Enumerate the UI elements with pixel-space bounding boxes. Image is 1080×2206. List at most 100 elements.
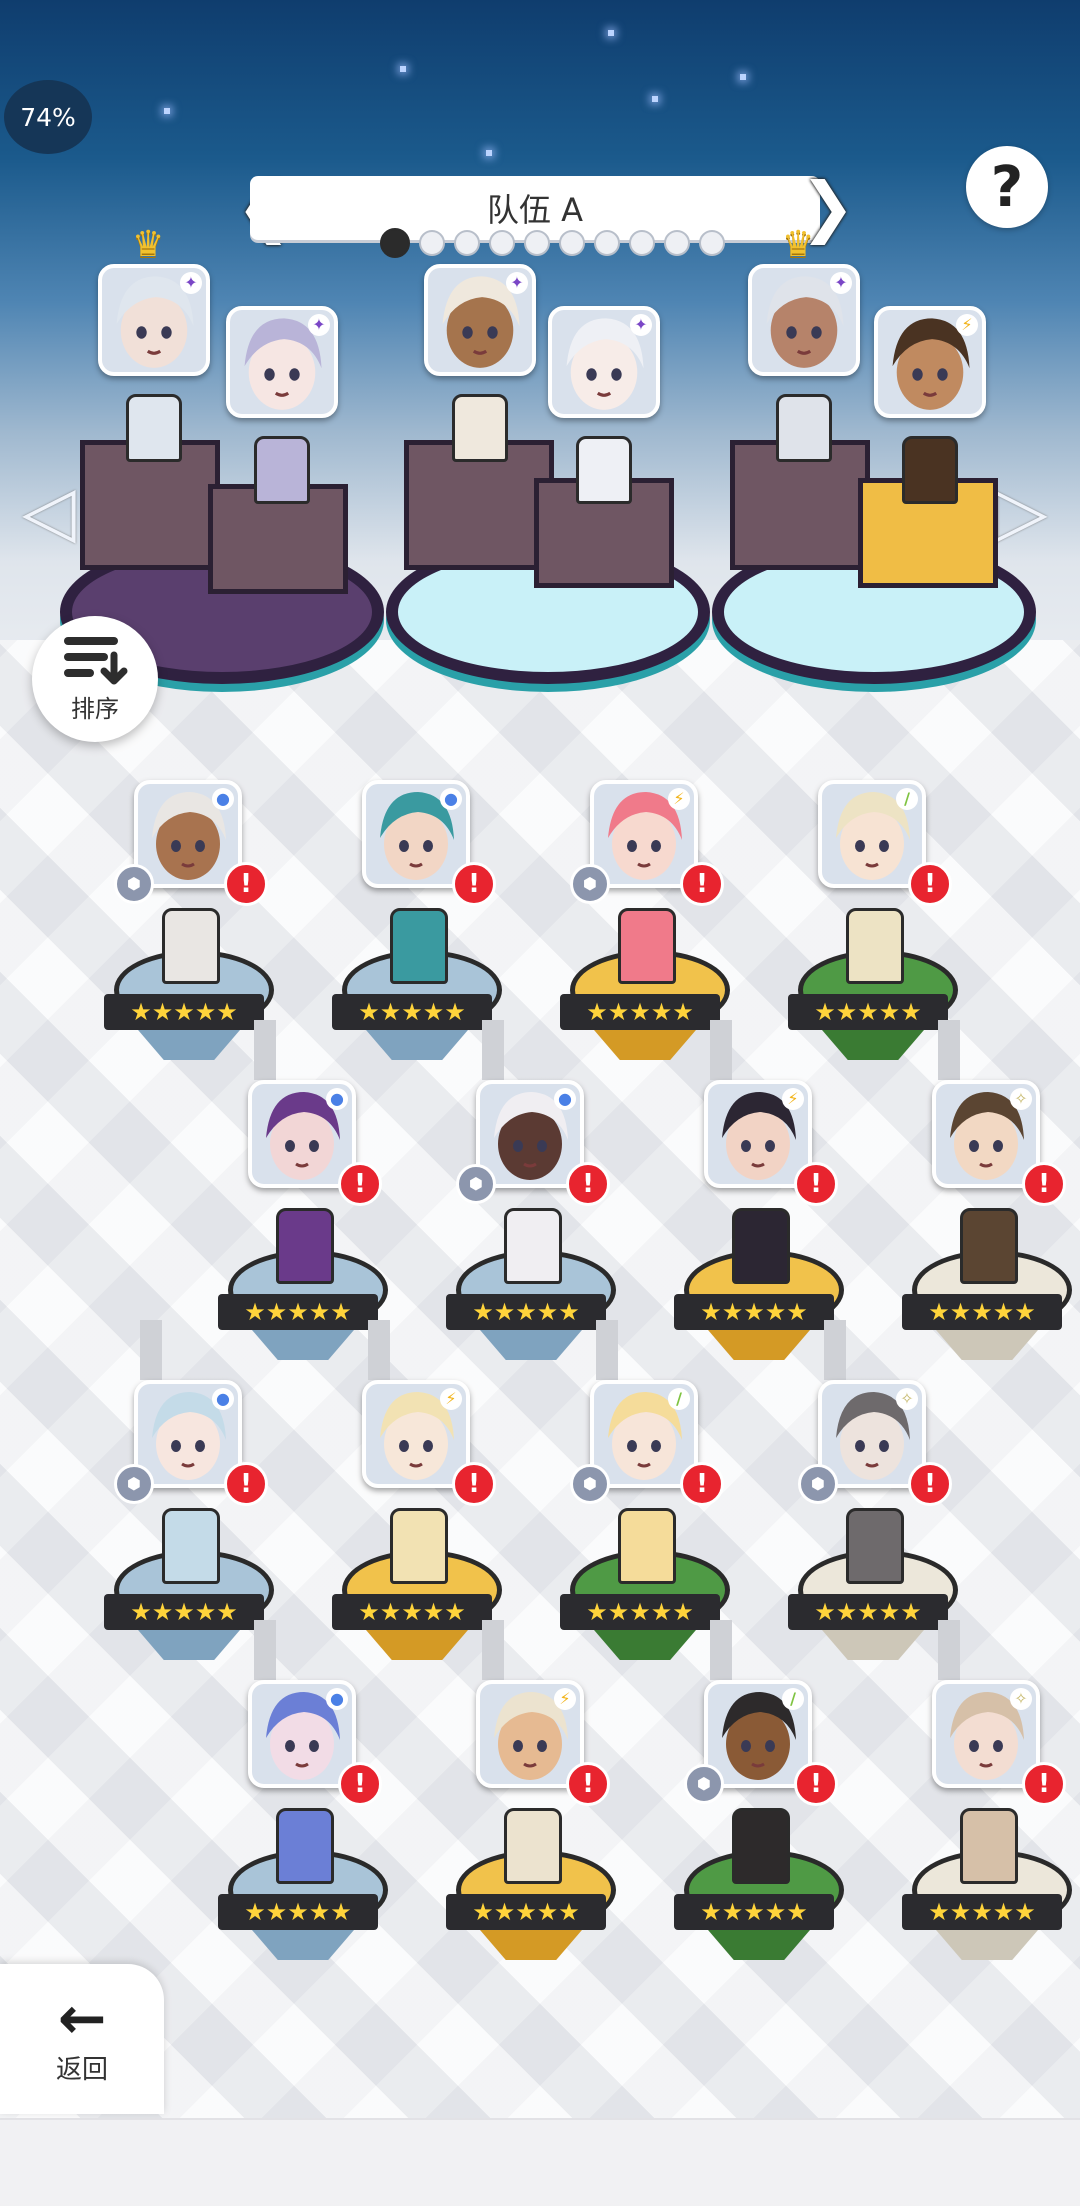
element-light-icon: ✧ bbox=[896, 1388, 918, 1410]
hero-sprite bbox=[276, 1208, 334, 1284]
team-member-sprite bbox=[902, 436, 958, 504]
back-label: 返回 bbox=[55, 2054, 108, 2085]
upgrade-gem-icon: ⬢ bbox=[570, 864, 610, 904]
element-thunder-icon: ⚡ bbox=[782, 1088, 804, 1110]
alert-badge-icon: ! bbox=[908, 1462, 952, 1506]
leader-crown-icon: ♛ bbox=[132, 224, 165, 265]
hero-sprite bbox=[390, 908, 448, 984]
left-arrow-icon[interactable]: ◁ bbox=[22, 470, 76, 552]
page-dot[interactable] bbox=[559, 230, 585, 256]
alert-badge-icon: ! bbox=[1022, 1762, 1066, 1806]
element-light-icon: ✧ bbox=[1010, 1688, 1032, 1710]
element-water-icon: ● bbox=[326, 1088, 348, 1110]
hero-portrait[interactable]: ● bbox=[248, 1080, 356, 1188]
sort-label: 排序 bbox=[71, 694, 119, 723]
pedestal-stem bbox=[710, 1620, 732, 1680]
team-member-portrait[interactable]: ✦ bbox=[748, 264, 860, 376]
hero-card[interactable]: ● ⬢! ★★★★★ bbox=[104, 1380, 274, 1680]
upgrade-gem-icon: ⬢ bbox=[114, 1464, 154, 1504]
hero-portrait[interactable]: ✧ bbox=[932, 1680, 1040, 1788]
help-icon: ? bbox=[990, 154, 1024, 220]
hero-card[interactable]: ✧! ★★★★★ bbox=[902, 1680, 1072, 1980]
element-void-icon: ✦ bbox=[506, 272, 528, 294]
element-thunder-icon: ⚡ bbox=[668, 788, 690, 810]
element-light-icon: ✧ bbox=[1010, 1088, 1032, 1110]
page-dot[interactable] bbox=[594, 230, 620, 256]
alert-badge-icon: ! bbox=[680, 862, 724, 906]
hero-star-rating: ★★★★★ bbox=[674, 1294, 834, 1330]
team-member-portrait[interactable]: ✦ bbox=[424, 264, 536, 376]
team-member-portrait[interactable]: ✦ bbox=[98, 264, 210, 376]
team-page-dots bbox=[380, 228, 725, 258]
hero-portrait[interactable]: ⚡ bbox=[362, 1380, 470, 1488]
page-dot[interactable] bbox=[380, 228, 410, 258]
hero-card[interactable]: ⚡! ★★★★★ bbox=[446, 1680, 616, 1980]
element-wind-icon: / bbox=[896, 788, 918, 810]
alert-badge-icon: ! bbox=[224, 1462, 268, 1506]
page-dot[interactable] bbox=[419, 230, 445, 256]
alert-badge-icon: ! bbox=[566, 1162, 610, 1206]
hero-card[interactable]: ● ⬢! ★★★★★ bbox=[446, 1080, 616, 1380]
sky-star bbox=[740, 74, 746, 80]
element-water-icon: ● bbox=[326, 1688, 348, 1710]
element-wind-icon: / bbox=[782, 1688, 804, 1710]
hero-card[interactable]: ⚡! ★★★★★ bbox=[332, 1380, 502, 1680]
hero-card[interactable]: ●! ★★★★★ bbox=[332, 780, 502, 1080]
hero-card[interactable]: ✧! ★★★★★ bbox=[902, 1080, 1072, 1380]
pedestal-stem bbox=[938, 1620, 960, 1680]
hero-card[interactable]: /! ★★★★★ bbox=[788, 780, 958, 1080]
back-button[interactable]: ← 返回 bbox=[0, 1964, 164, 2114]
hero-star-rating: ★★★★★ bbox=[332, 994, 492, 1030]
element-thunder-icon: ⚡ bbox=[956, 314, 978, 336]
hero-card[interactable]: ⚡ ⬢! ★★★★★ bbox=[560, 780, 730, 1080]
element-water-icon: ● bbox=[440, 788, 462, 810]
alert-badge-icon: ! bbox=[338, 1162, 382, 1206]
right-arrow-icon[interactable]: ▷ bbox=[994, 470, 1048, 552]
team-member-sprite bbox=[126, 394, 182, 462]
hero-card[interactable]: ✧ ⬢! ★★★★★ bbox=[788, 1380, 958, 1680]
team-member-sprite bbox=[576, 436, 632, 504]
hero-sprite bbox=[618, 908, 676, 984]
alert-badge-icon: ! bbox=[1022, 1162, 1066, 1206]
hero-card[interactable]: ⚡! ★★★★★ bbox=[674, 1080, 844, 1380]
team-name: 队伍 A bbox=[486, 191, 584, 229]
hero-sprite bbox=[846, 1508, 904, 1584]
hero-star-rating: ★★★★★ bbox=[446, 1894, 606, 1930]
pedestal-stem bbox=[824, 1320, 846, 1380]
hero-portrait[interactable]: / bbox=[818, 780, 926, 888]
hero-sprite bbox=[504, 1808, 562, 1884]
team-member-portrait[interactable]: ⚡ bbox=[874, 306, 986, 418]
team-member-portrait[interactable]: ✦ bbox=[548, 306, 660, 418]
page-dot[interactable] bbox=[489, 230, 515, 256]
alert-badge-icon: ! bbox=[680, 1462, 724, 1506]
page-dot[interactable] bbox=[629, 230, 655, 256]
hero-card[interactable]: / ⬢! ★★★★★ bbox=[674, 1680, 844, 1980]
hero-portrait[interactable]: ● bbox=[362, 780, 470, 888]
pedestal-stem bbox=[254, 1020, 276, 1080]
hero-portrait[interactable]: ⚡ bbox=[704, 1080, 812, 1188]
element-water-icon: ● bbox=[212, 788, 234, 810]
team-member-sprite bbox=[452, 394, 508, 462]
help-button[interactable]: ? bbox=[966, 146, 1048, 228]
hero-card[interactable]: ● ⬢! ★★★★★ bbox=[104, 780, 274, 1080]
hero-star-rating: ★★★★★ bbox=[788, 1594, 948, 1630]
alert-badge-icon: ! bbox=[452, 862, 496, 906]
pedestal-stem bbox=[710, 1020, 732, 1080]
page-dot[interactable] bbox=[454, 230, 480, 256]
hero-portrait[interactable]: ● bbox=[248, 1680, 356, 1788]
hero-sprite bbox=[732, 1808, 790, 1884]
page-dot[interactable] bbox=[699, 230, 725, 256]
hero-card[interactable]: ●! ★★★★★ bbox=[218, 1080, 388, 1380]
hero-portrait[interactable]: ✧ bbox=[932, 1080, 1040, 1188]
hero-portrait[interactable]: ⚡ bbox=[476, 1680, 584, 1788]
page-dot[interactable] bbox=[664, 230, 690, 256]
sky-star bbox=[400, 66, 406, 72]
sort-button[interactable]: 排序 bbox=[32, 616, 158, 742]
element-void-icon: ✦ bbox=[180, 272, 202, 294]
upgrade-gem-icon: ⬢ bbox=[456, 1164, 496, 1204]
hero-card[interactable]: ●! ★★★★★ bbox=[218, 1680, 388, 1980]
hero-card[interactable]: / ⬢! ★★★★★ bbox=[560, 1380, 730, 1680]
page-dot[interactable] bbox=[524, 230, 550, 256]
team-member-portrait[interactable]: ✦ bbox=[226, 306, 338, 418]
hero-star-rating: ★★★★★ bbox=[788, 994, 948, 1030]
